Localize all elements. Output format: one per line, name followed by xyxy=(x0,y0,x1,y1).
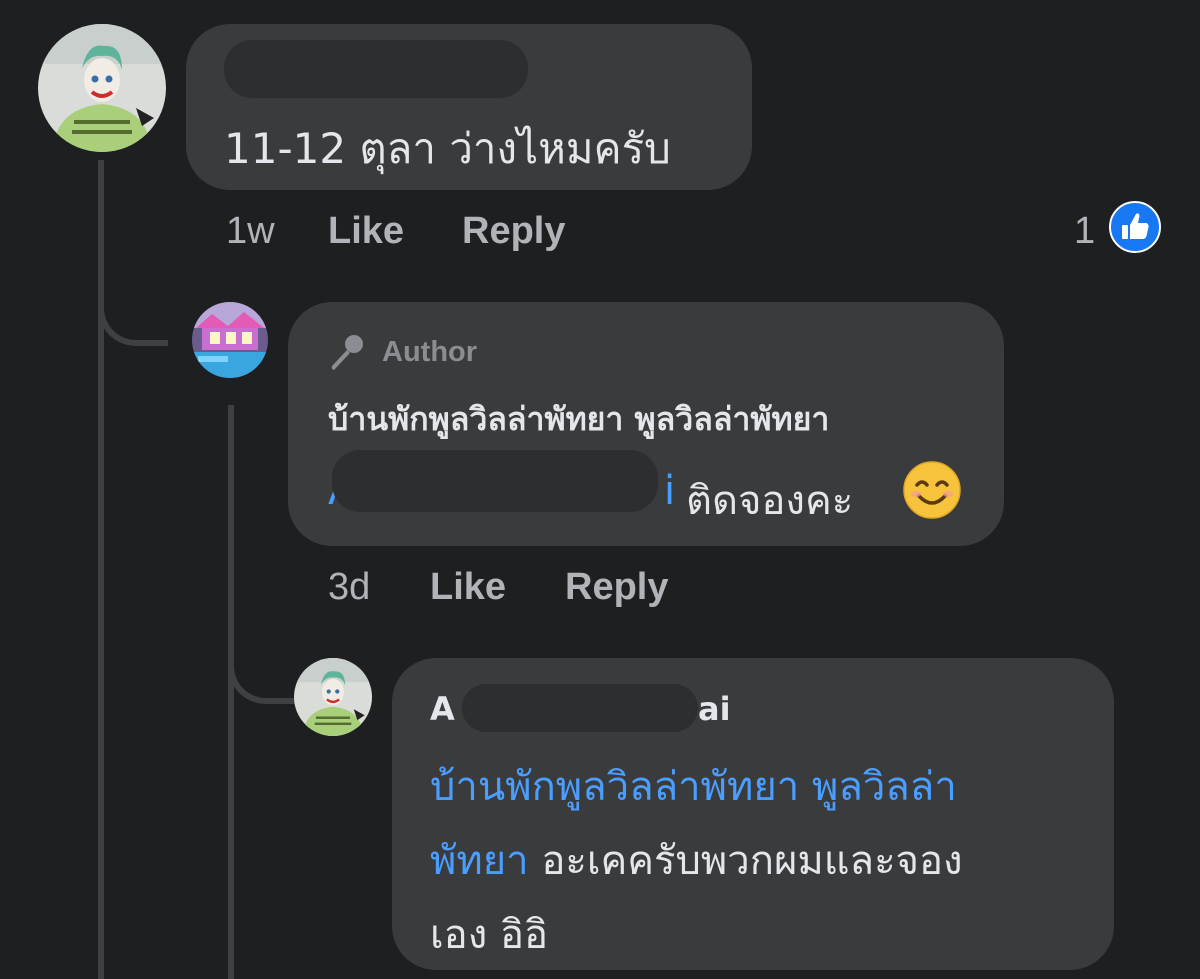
page-mention-line1[interactable]: บ้านพักพูลวิลล่าพัทยา พูลวิลล่า xyxy=(430,754,957,818)
reply-timestamp: 3d xyxy=(328,566,371,608)
commenter-name-prefix[interactable]: A xyxy=(430,690,455,728)
comment-text: ติดจองคะ xyxy=(686,478,854,524)
author-badge: Author xyxy=(382,336,478,368)
avatar-joker-image xyxy=(294,658,372,736)
comment-text-line2: พัทยา อะเคครับพวกผมและจอง xyxy=(430,828,963,892)
comment-thread: 11-12 ตุลา ว่างไหมครับ 1w Like Reply 1 A… xyxy=(0,0,1200,979)
author-name[interactable]: บ้านพักพูลวิลล่าพัทยา พูลวิลล่าพัทยา xyxy=(328,394,829,445)
page-avatar[interactable] xyxy=(192,302,268,378)
reply-button[interactable]: Reply xyxy=(462,210,565,253)
like-button[interactable]: Like xyxy=(430,566,506,609)
comment-text-line3: เอง อิอิ xyxy=(430,912,548,958)
comment-timestamp: 1w xyxy=(226,210,275,252)
microphone-icon xyxy=(328,332,366,372)
avatar-villa-image xyxy=(192,302,268,378)
commenter-name-suffix[interactable]: ai xyxy=(698,690,731,728)
comment-bubble: 11-12 ตุลา ว่างไหมครับ xyxy=(186,24,752,190)
page-mention-line2[interactable]: พัทยา xyxy=(430,838,529,884)
author-reply-bubble: Author บ้านพักพูลวิลล่าพัทยา พูลวิลล่าพั… xyxy=(288,302,1004,546)
avatar[interactable] xyxy=(38,24,166,152)
thread-connector-2 xyxy=(228,640,296,704)
comment-text: 11-12 ตุลา ว่างไหมครับ xyxy=(224,124,671,173)
reaction-count[interactable]: 1 xyxy=(1074,210,1095,253)
reply-button[interactable]: Reply xyxy=(565,566,668,609)
thread-connector-1 xyxy=(98,280,168,346)
redacted-mention xyxy=(332,450,658,512)
redacted-commenter-name xyxy=(462,684,698,732)
mention-suffix[interactable]: i xyxy=(664,468,675,514)
smile-emoji-icon xyxy=(902,460,962,520)
like-button[interactable]: Like xyxy=(328,210,404,253)
like-icon[interactable] xyxy=(1108,200,1162,254)
avatar-joker-image xyxy=(38,24,166,152)
comment-text: อะเคครับพวกผมและจอง xyxy=(528,838,963,884)
nested-reply-bubble: A ai บ้านพักพูลวิลล่าพัทยา พูลวิลล่า พัท… xyxy=(392,658,1114,970)
thread-line-reply xyxy=(228,405,234,979)
redacted-commenter-name xyxy=(224,40,528,98)
avatar[interactable] xyxy=(294,658,372,736)
